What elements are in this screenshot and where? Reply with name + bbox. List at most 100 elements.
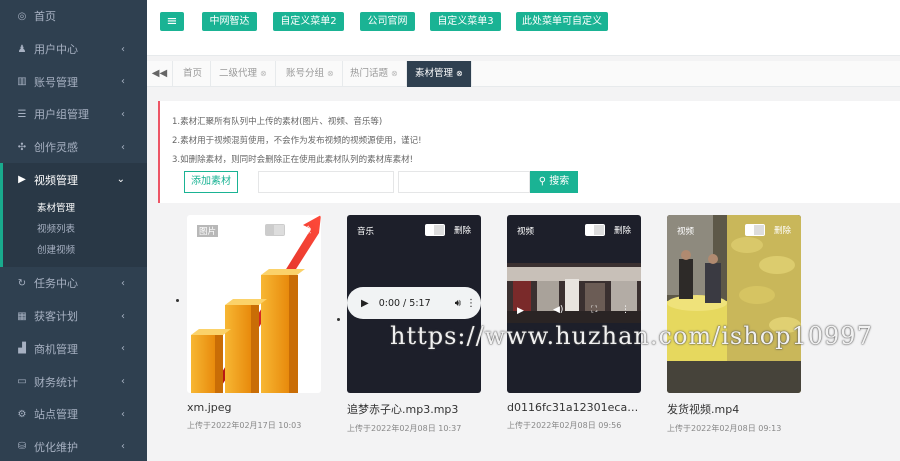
chevron-left-icon: ‹ <box>121 277 125 289</box>
chevron-left-icon: ‹ <box>121 141 125 153</box>
sidebar-item-maintenance[interactable]: ⛁ 优化维护 ‹ <box>0 431 147 461</box>
audio-time: 0:00 / 5:17 <box>378 297 431 309</box>
more-options-icon[interactable]: ⋮ <box>621 305 630 315</box>
search-button[interactable]: ⚲ 搜索 <box>530 171 578 193</box>
bullet-dot <box>176 299 179 302</box>
sidebar-item-label: 账号管理 <box>34 75 78 89</box>
grid-icon: ▦ <box>17 310 27 322</box>
material-name: 追梦赤子心.mp3.mp3 <box>347 403 459 416</box>
top-menu-button[interactable]: 自定义菜单2 <box>273 12 344 31</box>
watermark-text: https://www.huzhan.com/ishop10997 <box>390 322 873 350</box>
material-thumbnail[interactable]: 视频 删除 ▶ ◀) ⛶ ⋮ <box>507 215 641 393</box>
sidebar-item-label: 财务统计 <box>34 375 78 389</box>
sidebar-item-label: 用户组管理 <box>34 108 89 122</box>
sidebar-item-label: 商机管理 <box>34 342 78 356</box>
delete-button[interactable]: 删除 <box>774 224 791 236</box>
top-menu-button[interactable]: 公司官网 <box>360 12 415 31</box>
chevron-left-icon: ‹ <box>121 441 125 453</box>
group-icon: ☰ <box>17 108 27 120</box>
more-options-icon[interactable]: ⋮ <box>466 298 476 309</box>
bullet-dot <box>337 318 340 321</box>
material-thumbnail[interactable]: 视频 删除 <box>667 215 801 393</box>
chevron-left-icon: ‹ <box>121 108 125 120</box>
chevron-left-icon: ‹ <box>121 376 125 388</box>
video-icon: ▶ <box>18 174 26 186</box>
close-icon[interactable]: ⊗ <box>456 69 463 78</box>
notice-line: 3.如删除素材，则同时会删除正在使用此素材队列的素材库素材! <box>172 155 414 165</box>
material-upload-date: 上传于2022年02月17日 10:03 <box>187 421 302 430</box>
sidebar-item-inspiration[interactable]: ✣ 创作灵感 ‹ <box>0 131 147 164</box>
tab-materials[interactable]: 素材管理 ⊗ <box>407 61 472 87</box>
enable-toggle[interactable] <box>425 224 445 236</box>
enable-toggle[interactable] <box>585 224 605 236</box>
volume-icon[interactable]: 🔊︎ <box>455 298 461 309</box>
sidebar-item-label: 视频管理 <box>34 173 78 187</box>
close-icon[interactable]: ⊗ <box>260 69 267 78</box>
sidebar-item-opportunities[interactable]: ▟ 商机管理 ‹ <box>0 333 147 366</box>
sidebar-item-label: 首页 <box>34 10 56 24</box>
hamburger-icon: ≡ <box>166 14 178 29</box>
close-icon[interactable]: ⊗ <box>327 69 334 78</box>
video-preview-image <box>667 215 801 393</box>
bar-chart-thumbnail-image <box>191 215 321 393</box>
tab-hot-topics[interactable]: 热门话题 ⊗ <box>342 61 407 87</box>
sidebar-subitem-create-video[interactable]: 创建视频 <box>3 240 147 261</box>
notice-line: 2.素材用于视频混剪使用，不会作为发布视频的视频源使用，谨记! <box>172 136 422 146</box>
notice-line: 1.素材汇聚所有队列中上传的素材(图片、视频、音乐等) <box>172 117 383 127</box>
sidebar-item-label: 任务中心 <box>34 277 78 291</box>
play-icon[interactable]: ▶ <box>361 298 369 309</box>
material-type-badge: 视频 <box>677 227 695 237</box>
sidebar-item-label: 创作灵感 <box>34 141 78 155</box>
material-upload-date: 上传于2022年02月08日 09:13 <box>667 424 782 433</box>
sidebar-item-label: 用户中心 <box>34 43 78 57</box>
search-input-1[interactable] <box>258 171 394 193</box>
search-icon: ⚲ <box>538 176 547 187</box>
sidebar-item-acquisition[interactable]: ▦ 获客计划 ‹ <box>0 300 147 333</box>
chevron-left-icon: ‹ <box>121 43 125 55</box>
sidebar-item-video[interactable]: ▶ 视频管理 ⌄ <box>0 163 147 197</box>
sidebar-item-user-groups[interactable]: ☰ 用户组管理 ‹ <box>0 98 147 131</box>
play-icon[interactable]: ▶ <box>517 306 524 316</box>
sidebar-item-tasks[interactable]: ↻ 任务中心 ‹ <box>0 267 147 300</box>
sidebar-item-finance[interactable]: ▭ 财务统计 ‹ <box>0 365 147 398</box>
add-material-button[interactable]: 添加素材 <box>184 171 238 193</box>
top-menu-button[interactable]: 此处菜单可自定义 <box>516 12 608 31</box>
tab-home[interactable]: 首页 <box>175 61 212 87</box>
material-name: xm.jpeg <box>187 401 232 414</box>
sidebar-subitem-materials[interactable]: 素材管理 <box>3 198 147 219</box>
puzzle-icon: ✣ <box>17 141 27 153</box>
volume-icon[interactable]: ◀) <box>553 305 563 315</box>
user-icon: ♟ <box>17 43 27 55</box>
delete-button[interactable]: 删除 <box>454 224 471 236</box>
sidebar-subitem-video-list[interactable]: 视频列表 <box>3 219 147 240</box>
fullscreen-icon[interactable]: ⛶ <box>591 305 597 315</box>
tabs-scroll-left-button[interactable]: ◀◀ <box>147 61 173 87</box>
material-thumbnail[interactable]: 图片 删除 <box>187 215 321 393</box>
page-tabs: ◀◀ 首页 二级代理 ⊗ 账号分组 ⊗ 热门话题 ⊗ 素材管理 ⊗ <box>147 61 900 87</box>
top-menu-button[interactable]: 中网智达 <box>202 12 257 31</box>
sidebar-item-user-center[interactable]: ♟ 用户中心 ‹ <box>0 33 147 66</box>
gear-icon: ⚙ <box>17 408 27 420</box>
sidebar-item-home[interactable]: ◎ 首页 <box>0 0 147 33</box>
tab-account-groups[interactable]: 账号分组 ⊗ <box>278 61 343 87</box>
close-icon[interactable]: ⊗ <box>391 69 398 78</box>
tab-agents[interactable]: 二级代理 ⊗ <box>211 61 276 87</box>
audio-player[interactable]: ▶ 0:00 / 5:17 🔊︎ ⋮ <box>347 287 481 319</box>
delete-button[interactable]: 删除 <box>614 224 631 236</box>
sidebar-subnav-video: 素材管理 视频列表 创建视频 <box>0 196 147 268</box>
enable-toggle[interactable] <box>745 224 765 236</box>
bar-chart-icon: ▥ <box>17 76 27 88</box>
top-menu-button[interactable]: 自定义菜单3 <box>430 12 501 31</box>
tab-label: 账号分组 <box>286 68 325 79</box>
delete-button[interactable]: 删除 <box>294 224 311 236</box>
search-input-2[interactable] <box>398 171 530 193</box>
material-type-badge: 音乐 <box>357 227 375 237</box>
sidebar: ◎ 首页 ♟ 用户中心 ‹ ▥ 账号管理 ‹ ☰ 用户组管理 ‹ ✣ 创作灵感 … <box>0 0 147 461</box>
sidebar-item-accounts[interactable]: ▥ 账号管理 ‹ <box>0 65 147 98</box>
material-type-badge: 图片 <box>197 225 219 237</box>
app-root: ◎ 首页 ♟ 用户中心 ‹ ▥ 账号管理 ‹ ☰ 用户组管理 ‹ ✣ 创作灵感 … <box>0 0 900 461</box>
sidebar-item-site[interactable]: ⚙ 站点管理 ‹ <box>0 398 147 431</box>
enable-toggle[interactable] <box>265 224 285 236</box>
material-name: 发货视频.mp4 <box>667 403 740 416</box>
menu-toggle-button[interactable]: ≡ <box>160 12 184 31</box>
